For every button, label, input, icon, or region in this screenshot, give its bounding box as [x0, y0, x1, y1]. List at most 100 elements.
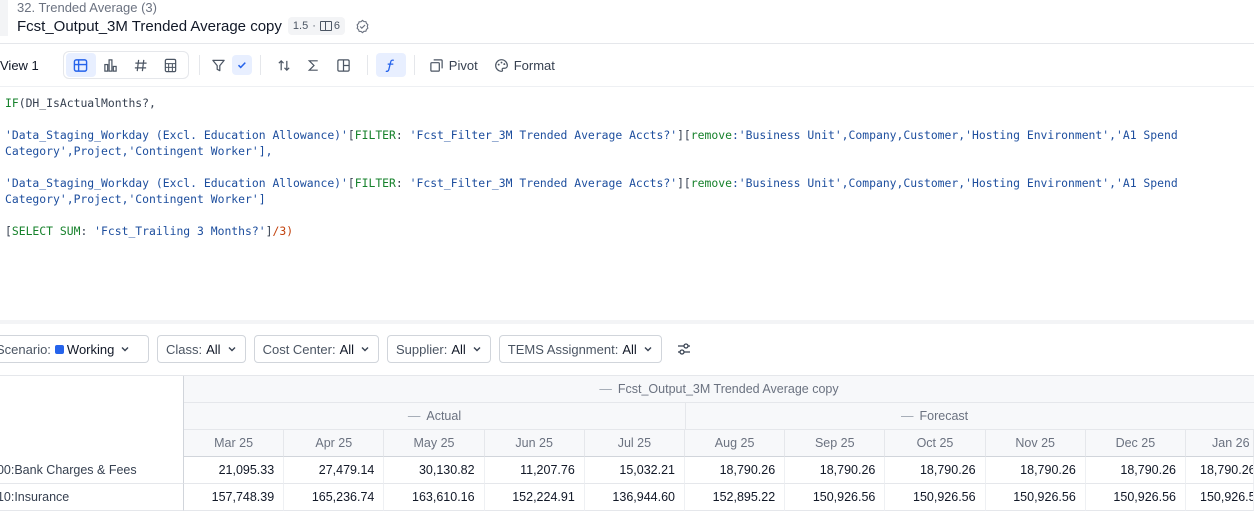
pivot-button[interactable]: Pivot: [423, 51, 484, 79]
format-button[interactable]: Format: [488, 51, 561, 79]
formula-line: [SELECT SUM: 'Fcst_Trailing 3 Months?']/…: [5, 223, 293, 239]
formula-keyword: FILTER: [354, 128, 396, 142]
formula-keyword: FILTER: [354, 176, 396, 190]
actual-group-label: Actual: [426, 409, 462, 423]
formula-string: 'Fcst_Filter_3M Trended Average Accts?': [409, 128, 678, 142]
class-filter[interactable]: Class: All: [157, 335, 246, 363]
table-cell[interactable]: 18,790.26: [985, 457, 1086, 484]
page-header: 32. Trended Average (3) Fcst_Output_3M T…: [0, 0, 1254, 44]
formula-keyword: SELECT SUM: [11, 224, 81, 238]
column-header[interactable]: Apr 25: [284, 430, 385, 457]
column-header[interactable]: Dec 25: [1085, 430, 1186, 457]
verified-icon[interactable]: [355, 18, 371, 34]
table-cell[interactable]: 11,207.76: [484, 457, 585, 484]
pivot-label: Pivot: [448, 57, 478, 73]
sheet-view-icon[interactable]: [156, 53, 186, 77]
table-cell[interactable]: 152,895.22: [685, 484, 786, 511]
column-header[interactable]: Jul 25: [584, 430, 685, 457]
table-cell[interactable]: 18,790.26: [785, 457, 886, 484]
table-cell[interactable]: 152,224.91: [484, 484, 585, 511]
version-badge[interactable]: 1.5 · 6: [287, 17, 345, 35]
formula-bracket: [: [347, 176, 355, 190]
format-label: Format: [513, 57, 555, 73]
chart-view-icon[interactable]: [96, 53, 126, 77]
column-header[interactable]: Nov 25: [985, 430, 1086, 457]
formula-editor[interactable]: IF(DH_IsActualMonths?, 'Data_Staging_Wor…: [0, 86, 1254, 324]
filter-settings-icon[interactable]: [672, 337, 696, 361]
supplier-filter[interactable]: Supplier: All: [387, 335, 491, 363]
toolbar-divider: [366, 55, 368, 75]
filter-icon[interactable]: [208, 53, 230, 77]
formula-line: 'Data_Staging_Workday (Excl. Education A…: [5, 127, 1178, 143]
table-cell[interactable]: 150,926.56: [985, 484, 1086, 511]
grid-count: 6: [333, 20, 340, 32]
scenario-filter[interactable]: Scenario: Working: [0, 335, 149, 363]
chevron-down-icon: [360, 344, 370, 354]
layout-icon[interactable]: [329, 53, 359, 77]
header-accent: [0, 0, 8, 36]
supplier-value: All: [451, 341, 466, 357]
table-cell[interactable]: 150,926.56: [785, 484, 886, 511]
actual-group-header[interactable]: — Actual: [184, 403, 686, 430]
table-cell[interactable]: 18,790.26: [1085, 457, 1186, 484]
table-cell[interactable]: 150,926.56: [885, 484, 986, 511]
table-cell[interactable]: 27,479.14: [284, 457, 385, 484]
formula-bracket: ][: [677, 128, 691, 142]
table-cell[interactable]: 150,926.56: [1085, 484, 1186, 511]
number-view-icon[interactable]: [126, 53, 156, 77]
table-cell[interactable]: 136,944.60: [584, 484, 685, 511]
column-header[interactable]: May 25: [384, 430, 485, 457]
formula-string: 'Data_Staging_Workday (Excl. Education A…: [5, 176, 348, 190]
formula-icon[interactable]: [375, 53, 406, 77]
collapse-icon[interactable]: —: [901, 409, 914, 423]
table-cell[interactable]: 15,032.21: [584, 457, 685, 484]
table-cell[interactable]: 21,095.33: [184, 457, 285, 484]
sum-icon[interactable]: [299, 53, 329, 77]
toolbar-divider: [413, 55, 415, 75]
cost-center-filter[interactable]: Cost Center: All: [253, 335, 380, 363]
formula-line: Category',Project,'Contingent Worker'],: [5, 144, 273, 158]
formula-bracket: [: [5, 224, 12, 238]
table-cell[interactable]: 30,130.82: [384, 457, 485, 484]
table-view-icon[interactable]: [65, 53, 96, 77]
class-value: All: [206, 341, 221, 357]
table-cell[interactable]: 18,790.26: [685, 457, 786, 484]
version-number: 1.5: [292, 20, 309, 32]
collapse-icon[interactable]: —: [599, 382, 612, 396]
title-row: Fcst_Output_3M Trended Average copy 1.5 …: [17, 17, 371, 35]
formula-text: :: [80, 224, 95, 238]
metric-header[interactable]: — Fcst_Output_3M Trended Average copy: [184, 376, 1254, 403]
column-header[interactable]: Oct 25: [885, 430, 986, 457]
forecast-group-label: Forecast: [919, 409, 969, 423]
column-header[interactable]: Sep 25: [785, 430, 886, 457]
view-tab[interactable]: View 1: [0, 58, 39, 73]
toolbar-divider: [198, 55, 200, 75]
tems-assignment-filter[interactable]: TEMS Assignment: All: [498, 335, 662, 363]
column-header[interactable]: Aug 25: [685, 430, 786, 457]
column-header[interactable]: Jun 25: [484, 430, 585, 457]
column-header[interactable]: Mar 25: [184, 430, 285, 457]
tems-label: TEMS Assignment:: [507, 341, 619, 357]
column-header[interactable]: Jan 26: [1186, 430, 1254, 457]
table-cell[interactable]: 157,748.39: [184, 484, 285, 511]
sort-icon[interactable]: [269, 53, 299, 77]
formula-text: (DH_IsActualMonths?,: [18, 96, 156, 110]
scenario-label: Scenario:: [0, 341, 51, 357]
collapse-icon[interactable]: —: [408, 409, 421, 423]
chevron-down-icon: [472, 344, 482, 354]
table-cell[interactable]: 18,790.26: [885, 457, 986, 484]
page-title[interactable]: Fcst_Output_3M Trended Average copy: [17, 18, 282, 35]
row-label[interactable]: 710:Insurance: [0, 484, 184, 511]
formula-text: :: [395, 176, 410, 190]
row-label[interactable]: 700:Bank Charges & Fees: [0, 457, 184, 484]
table-cell[interactable]: 18,790.26: [1186, 457, 1254, 484]
breadcrumb[interactable]: 32. Trended Average (3): [17, 0, 157, 15]
forecast-group-header[interactable]: — Forecast: [686, 403, 1254, 430]
table-cell[interactable]: 165,236.74: [284, 484, 385, 511]
filter-check-icon[interactable]: [231, 55, 252, 75]
table-cell[interactable]: 150,926.56: [1186, 484, 1254, 511]
table-cell[interactable]: 163,610.16: [384, 484, 485, 511]
cost-center-value: All: [339, 341, 355, 357]
chevron-down-icon: [643, 344, 653, 354]
formula-keyword: remove: [690, 176, 732, 190]
